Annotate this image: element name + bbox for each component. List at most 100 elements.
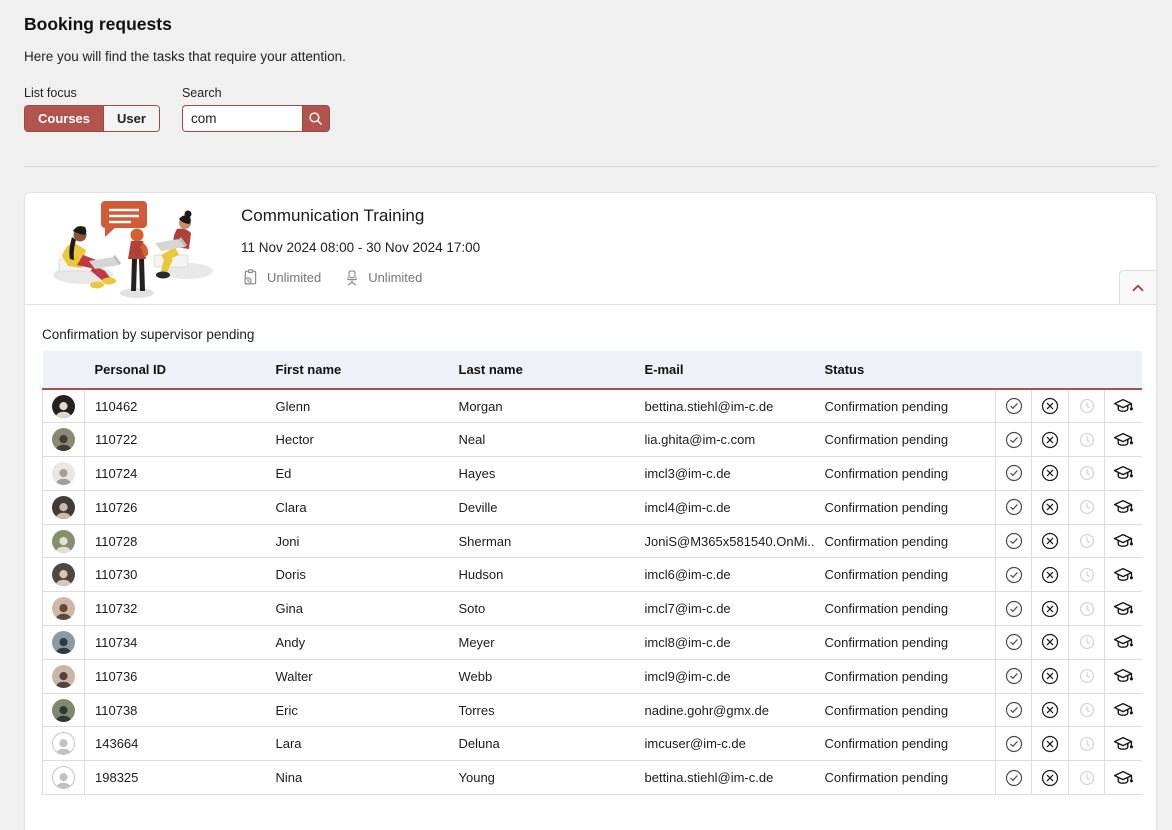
last-name-cell: Neal [449,423,635,457]
reject-cell [1032,558,1069,592]
approve-button[interactable] [1004,700,1024,720]
first-name-cell: Walter [266,659,449,693]
reject-x-circle-icon [1040,768,1060,788]
table-row: 110736 Walter Webb imcl9@im-c.de Confirm… [43,659,1142,693]
enrollment-cell [1105,490,1142,524]
approve-button[interactable] [1004,734,1024,754]
approve-cell [996,626,1032,660]
approve-button[interactable] [1004,430,1024,450]
graduation-button[interactable] [1112,496,1134,518]
graduation-cap-icon [1112,395,1134,417]
reject-button[interactable] [1040,396,1060,416]
avatar [52,597,75,620]
page-subtitle: Here you will find the tasks that requir… [24,49,1158,64]
approve-button[interactable] [1004,768,1024,788]
waiting-list-cell [1069,727,1105,761]
clock-icon [1078,667,1096,685]
course-card-body: Confirmation by supervisor pending Perso… [25,305,1156,825]
reject-button[interactable] [1040,497,1060,517]
approve-cell [996,490,1032,524]
graduation-button[interactable] [1112,631,1134,653]
reject-button[interactable] [1040,666,1060,686]
graduation-button[interactable] [1112,395,1134,417]
graduation-button[interactable] [1112,462,1134,484]
personal-id-cell: 110722 [85,423,266,457]
reject-x-circle-icon [1040,599,1060,619]
reject-button[interactable] [1040,565,1060,585]
approve-check-circle-icon [1004,531,1024,551]
clock-icon [1078,566,1096,584]
reject-button[interactable] [1040,700,1060,720]
reject-button[interactable] [1040,531,1060,551]
status-cell: Confirmation pending [815,389,996,423]
graduation-button[interactable] [1112,598,1134,620]
graduation-cap-icon [1112,699,1134,721]
graduation-button[interactable] [1112,699,1134,721]
search-input[interactable] [182,105,302,132]
avatar-cell [43,490,85,524]
reject-cell [1032,693,1069,727]
waiting-list-button [1078,397,1096,415]
avatar-cell [43,659,85,693]
graduation-cap-icon [1112,767,1134,789]
graduation-cap-icon [1112,462,1134,484]
email-cell: imcl3@im-c.de [635,457,815,491]
approve-button[interactable] [1004,632,1024,652]
approve-check-circle-icon [1004,463,1024,483]
status-cell: Confirmation pending [815,659,996,693]
page-title: Booking requests [24,14,1158,35]
waiting-list-cell [1069,693,1105,727]
clock-icon [1078,701,1096,719]
graduation-button[interactable] [1112,665,1134,687]
clock-icon [1078,464,1096,482]
reject-button[interactable] [1040,599,1060,619]
approve-button[interactable] [1004,463,1024,483]
approve-button[interactable] [1004,599,1024,619]
graduation-button[interactable] [1112,564,1134,586]
section-divider [24,166,1158,167]
first-name-cell: Doris [266,558,449,592]
first-name-cell: Hector [266,423,449,457]
column-header-email: E-mail [635,351,815,389]
approve-button[interactable] [1004,565,1024,585]
last-name-cell: Hudson [449,558,635,592]
waiting-list-button [1078,566,1096,584]
approve-button[interactable] [1004,666,1024,686]
reject-button[interactable] [1040,734,1060,754]
approve-check-circle-icon [1004,565,1024,585]
reject-cell [1032,389,1069,423]
toggle-courses-button[interactable]: Courses [25,106,103,131]
enrollment-cell [1105,626,1142,660]
clock-icon [1078,498,1096,516]
graduation-button[interactable] [1112,429,1134,451]
approve-button[interactable] [1004,531,1024,551]
approve-check-circle-icon [1004,666,1024,686]
table-row: 110728 Joni Sherman JoniS@M365x581540.On… [43,524,1142,558]
reject-button[interactable] [1040,463,1060,483]
clock-icon [1078,600,1096,618]
search-button[interactable] [302,105,330,132]
avatar [52,766,75,789]
graduation-button[interactable] [1112,733,1134,755]
reject-x-circle-icon [1040,396,1060,416]
reject-button[interactable] [1040,768,1060,788]
collapse-button[interactable] [1119,270,1156,304]
graduation-button[interactable] [1112,767,1134,789]
table-row: 110730 Doris Hudson imcl6@im-c.de Confir… [43,558,1142,592]
graduation-button[interactable] [1112,530,1134,552]
waiting-list-cell [1069,389,1105,423]
personal-id-cell: 110728 [85,524,266,558]
reject-button[interactable] [1040,632,1060,652]
reject-button[interactable] [1040,430,1060,450]
toggle-user-button[interactable]: User [103,106,159,131]
waiting-list-cell [1069,659,1105,693]
approve-button[interactable] [1004,396,1024,416]
waiting-list-button [1078,667,1096,685]
waiting-list-cell [1069,490,1105,524]
approve-button[interactable] [1004,497,1024,517]
email-cell: nadine.gohr@gmx.de [635,693,815,727]
status-cell: Confirmation pending [815,727,996,761]
avatar [52,428,75,451]
last-name-cell: Deville [449,490,635,524]
enrollment-cell [1105,727,1142,761]
